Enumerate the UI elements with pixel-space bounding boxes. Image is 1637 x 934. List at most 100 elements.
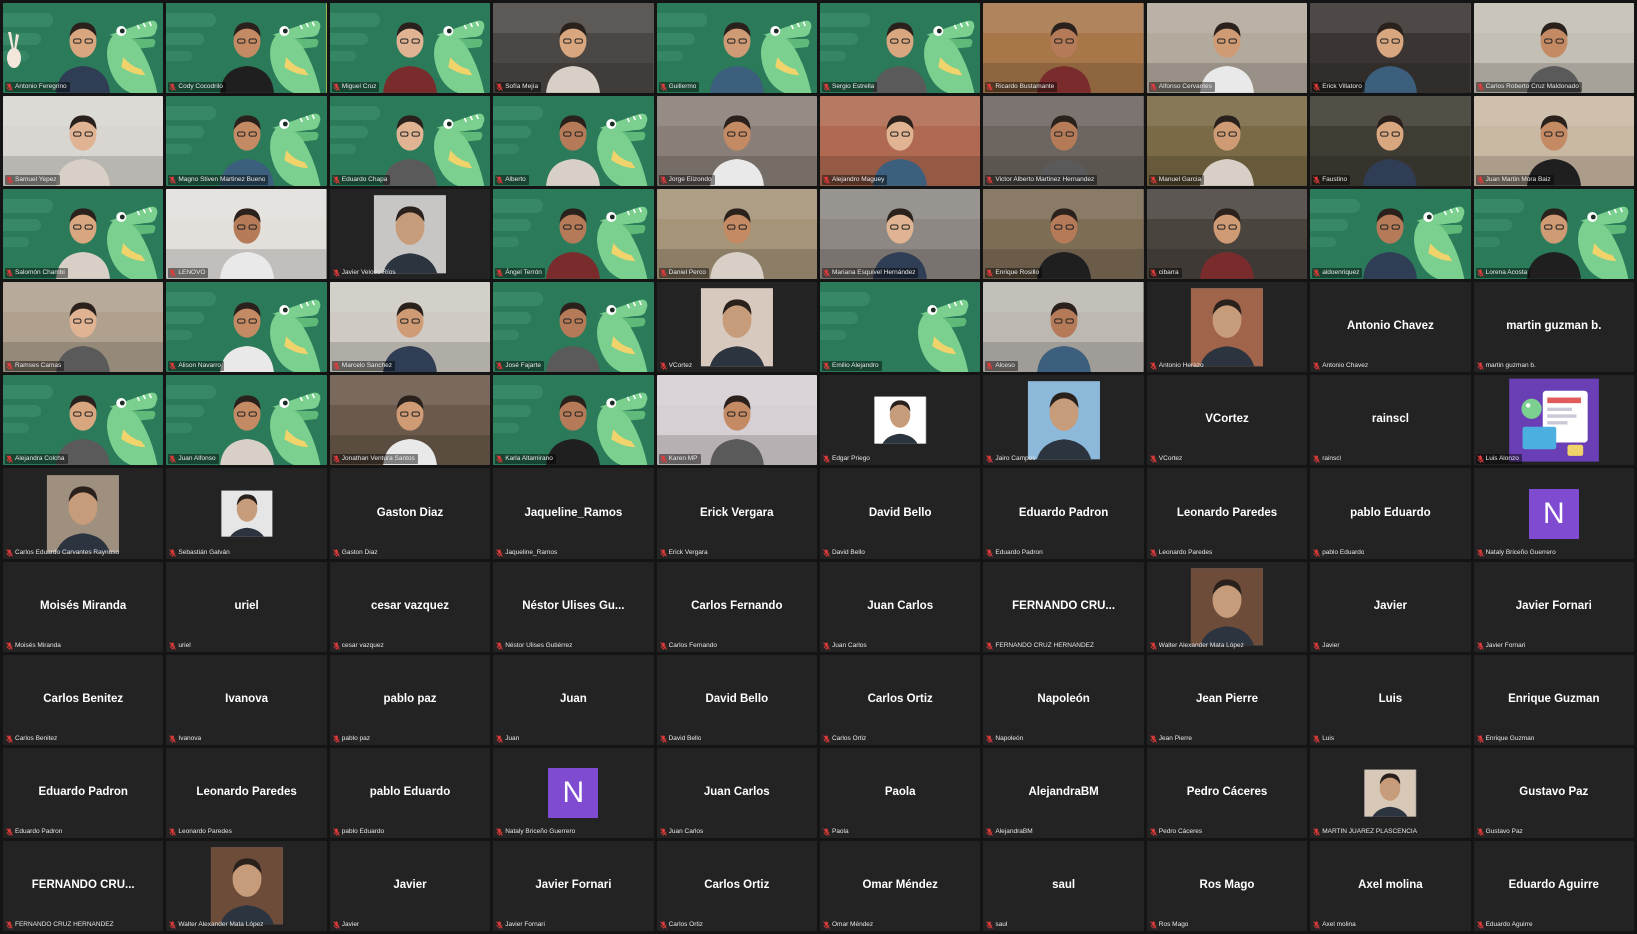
participant-tile-juan-carlos[interactable]: Juan Carlos Juan Carlos (656, 747, 817, 838)
participant-tile-javier-veloso-rios[interactable]: Javier Veloso Ríos (329, 189, 491, 280)
participant-tile-jaqueline-ramos[interactable]: Jaqueline_Ramos Jaqueline_Ramos (493, 468, 654, 559)
participant-tile-jean-pierre[interactable]: Jean Pierre Jean Pierre (1146, 654, 1308, 745)
participant-tile-enrique-guzman[interactable]: Enrique Guzman Enrique Guzman (1473, 654, 1634, 745)
participant-tile-eduardo-padron[interactable]: Eduardo Padron Eduardo Padron (3, 747, 164, 838)
participant-tile-antonio-herazo[interactable]: Antonio Herazo (1146, 282, 1308, 373)
participant-tile-cesar-vazquez[interactable]: cesar vazquez cesar vazquez (329, 561, 491, 652)
participant-tile-jonathan-ventura-santos[interactable]: Jonathan Ventura Santos (329, 375, 491, 466)
participant-tile-miguel-cruz[interactable]: Miguel Cruz (329, 3, 491, 94)
participant-tile-juan[interactable]: Juan Juan (493, 654, 654, 745)
participant-tile-carlos-ortiz[interactable]: Carlos Ortiz Carlos Ortiz (656, 840, 817, 931)
participant-tile-vcortez[interactable]: VCortez (656, 282, 817, 373)
participant-tile-leonardo-paredes[interactable]: Leonardo Paredes Leonardo Paredes (166, 747, 327, 838)
participant-tile-walter-alexander-mata-lopez[interactable]: Walter Alexander Mata López (166, 840, 327, 931)
participant-tile-eduardo-aguirre[interactable]: Eduardo Aguirre Eduardo Aguirre (1473, 840, 1634, 931)
participant-tile-angel-terron[interactable]: Ángel Terrón (493, 189, 654, 280)
participant-tile-erick-vergara[interactable]: Erick Vergara Erick Vergara (656, 468, 817, 559)
participant-tile-sebastian-galvan[interactable]: Sebastián Galván (166, 468, 327, 559)
participant-tile-nestor-ulises-gutierrez[interactable]: Néstor Ulises Gu... Néstor Ulises Gutiér… (493, 561, 654, 652)
participant-tile-faustino[interactable]: Faustino (1310, 96, 1471, 187)
participant-tile-karen-mp[interactable]: Karen MP (656, 375, 817, 466)
participant-tile-lorena-acosta[interactable]: Lorena Acosta (1473, 189, 1634, 280)
participant-tile-vcortez[interactable]: VCortez VCortez (1146, 375, 1308, 466)
participant-tile-sofia-mejia[interactable]: Sofía Mejía (493, 3, 654, 94)
participant-tile-emilio-alejandro[interactable]: Emilio Alejandro (819, 282, 981, 373)
participant-tile-carlos-benitez[interactable]: Carlos Benitez Carlos Benitez (3, 654, 164, 745)
participant-tile-omar-mendez[interactable]: Omar Méndez Omar Méndez (819, 840, 981, 931)
participant-tile-edgar-priego[interactable]: Edgar Priego (819, 375, 981, 466)
participant-tile-alison-navarro[interactable]: Alison Navarro (166, 282, 327, 373)
participant-tile-alejandrabm[interactable]: AlejandraBM AlejandraBM (983, 747, 1144, 838)
participant-tile-ros-mago[interactable]: Ros Mago Ros Mago (1146, 840, 1308, 931)
participant-tile-fernando-cruz-hernandez[interactable]: FERNANDO CRU... FERNANDO CRUZ HERNANDEZ (3, 840, 164, 931)
participant-tile-antonio-feregrino[interactable]: Antonio Feregrino (3, 3, 164, 94)
participant-tile-uriel[interactable]: uriel uriel (166, 561, 327, 652)
participant-tile-axel-molina[interactable]: Axel molina Axel molina (1310, 840, 1471, 931)
participant-tile-erick-villatoro[interactable]: Erick Villatoro (1310, 3, 1471, 94)
participant-tile-karla-altamirano[interactable]: Karla Altamirano (493, 375, 654, 466)
participant-tile-marcelo-sanchez[interactable]: Marcelo Sanchez (329, 282, 491, 373)
participant-tile-saul[interactable]: saul saul (983, 840, 1144, 931)
participant-tile-daniel-perco[interactable]: Daniel Perco (656, 189, 817, 280)
participant-tile-fernando-cruz-hernandez[interactable]: FERNANDO CRU... FERNANDO CRUZ HERNANDEZ (983, 561, 1144, 652)
participant-tile-alejandro-maguey[interactable]: Alejandro Maguey (819, 96, 981, 187)
participant-tile-samuel-yepez[interactable]: Samuel Yepez (3, 96, 164, 187)
participant-tile-juan-martin-mora-baiz[interactable]: Juan Martin Mora Baiz (1473, 96, 1634, 187)
participant-tile-pablo-paz[interactable]: pablo paz pablo paz (329, 654, 491, 745)
participant-tile-luis[interactable]: Luis Luis (1310, 654, 1471, 745)
participant-tile-cibarra[interactable]: cibarra (1146, 189, 1308, 280)
participant-tile-carlos-ortiz[interactable]: Carlos Ortiz Carlos Ortiz (819, 654, 981, 745)
participant-tile-luis-alonzo[interactable]: Luis Alonzo (1473, 375, 1634, 466)
participant-tile-ricardo-bustamante[interactable]: Ricardo Bustamante (983, 3, 1144, 94)
participant-tile-paola[interactable]: Paola Paola (819, 747, 981, 838)
participant-tile-ivanova[interactable]: Ivanova Ivanova (166, 654, 327, 745)
participant-tile-lenovo[interactable]: LENOVO (166, 189, 327, 280)
participant-tile-alberto[interactable]: Alberto (493, 96, 654, 187)
participant-tile-alfonso-cervantes[interactable]: Alfonso Cervantes (1146, 3, 1308, 94)
participant-tile-eduardo-padron[interactable]: Eduardo Padron Eduardo Padron (983, 468, 1144, 559)
participant-tile-david-bello[interactable]: David Bello David Bello (656, 654, 817, 745)
participant-tile-gustavo-paz[interactable]: Gustavo Paz Gustavo Paz (1473, 747, 1634, 838)
participant-tile-pablo-eduardo[interactable]: pablo Eduardo pablo Eduardo (1310, 468, 1471, 559)
participant-tile-walter-alexander-mata-lopez[interactable]: Walter Alexander Mata López (1146, 561, 1308, 652)
participant-tile-jairo-campos[interactable]: Jairo Campos (983, 375, 1144, 466)
participant-tile-mariana-esquivel-hernandez[interactable]: Mariana Esquivel Hernández (819, 189, 981, 280)
participant-tile-moises-miranda[interactable]: Moisés Miranda Moisés Miranda (3, 561, 164, 652)
participant-tile-jorge-elizondo[interactable]: Jorge Elizondo (656, 96, 817, 187)
participant-tile-ramses-camas[interactable]: Ramses Camas (3, 282, 164, 373)
participant-tile-pablo-eduardo[interactable]: pablo Eduardo pablo Eduardo (329, 747, 491, 838)
participant-tile-nataly-briceno-guerrero[interactable]: N Nataly Briceño Guerrero (493, 747, 654, 838)
participant-tile-manuel-garcia[interactable]: Manuel Garcia (1146, 96, 1308, 187)
participant-tile-juan-alfonso[interactable]: Juan Alfonso (166, 375, 327, 466)
participant-tile-antonio-chavez[interactable]: Antonio Chavez Antonio Chavez (1310, 282, 1471, 373)
participant-tile-carlos-fernando[interactable]: Carlos Fernando Carlos Fernando (656, 561, 817, 652)
participant-tile-javier-fornari[interactable]: Javier Fornari Javier Fornari (1473, 561, 1634, 652)
participant-tile-pedro-caceres[interactable]: Pedro Cáceres Pedro Cáceres (1146, 747, 1308, 838)
participant-tile-napoleon[interactable]: Napoleón Napoleón (983, 654, 1144, 745)
participant-tile-martin-guzman-b[interactable]: martin guzman b. martin guzman b. (1473, 282, 1634, 373)
participant-tile-javier[interactable]: Javier Javier (1310, 561, 1471, 652)
participant-tile-carlos-eduardo-carvantes-raynoso[interactable]: Carlos Eduardo Carvantes Raynoso (3, 468, 164, 559)
participant-tile-javier-fornari[interactable]: Javier Fornari Javier Fornari (493, 840, 654, 931)
participant-tile-salomon-chambi[interactable]: Salomón Chambi (3, 189, 164, 280)
participant-tile-juan-carlos[interactable]: Juan Carlos Juan Carlos (819, 561, 981, 652)
participant-tile-carlos-roberto-cruz-maldonado[interactable]: Carlos Roberto Cruz Maldonado (1473, 3, 1634, 94)
participant-tile-guillermo[interactable]: Guillermo (656, 3, 817, 94)
participant-tile-martin-juarez-plascencia[interactable]: MARTIN JUAREZ PLASCENCIA (1310, 747, 1471, 838)
participant-tile-victor-alberto-martinez-hernandez[interactable]: Victor Alberto Martinez Hernandez (983, 96, 1144, 187)
participant-tile-leonardo-paredes[interactable]: Leonardo Paredes Leonardo Paredes (1146, 468, 1308, 559)
participant-tile-enrique-rosillo[interactable]: Enrique Rosillo (983, 189, 1144, 280)
participant-tile-nataly-briceno-guerrero[interactable]: N Nataly Briceño Guerrero (1473, 468, 1634, 559)
participant-tile-gaston-diaz[interactable]: Gaston Diaz Gaston Diaz (329, 468, 491, 559)
participant-tile-magno-stiven-martinez-bueno[interactable]: Magno Stiven Martinez Bueno (166, 96, 327, 187)
participant-tile-cody-cocodrilo[interactable]: Cody Cocodrilo (166, 3, 327, 94)
participant-tile-aldoenriquez[interactable]: aldoenriquez (1310, 189, 1471, 280)
participant-tile-alceso[interactable]: Alceso (983, 282, 1144, 373)
participant-tile-javier[interactable]: Javier Javier (329, 840, 491, 931)
participant-tile-eduardo-chapa[interactable]: Eduardo Chapa (329, 96, 491, 187)
participant-tile-rainscl[interactable]: rainscl rainscl (1310, 375, 1471, 466)
participant-tile-jose-fajarte[interactable]: José Fajarte (493, 282, 654, 373)
participant-tile-alejandra-colcha[interactable]: Alejandra Colcha (3, 375, 164, 466)
participant-tile-david-bello[interactable]: David Bello David Bello (819, 468, 981, 559)
participant-tile-sergio-estrella[interactable]: Sergio Estrella (819, 3, 981, 94)
